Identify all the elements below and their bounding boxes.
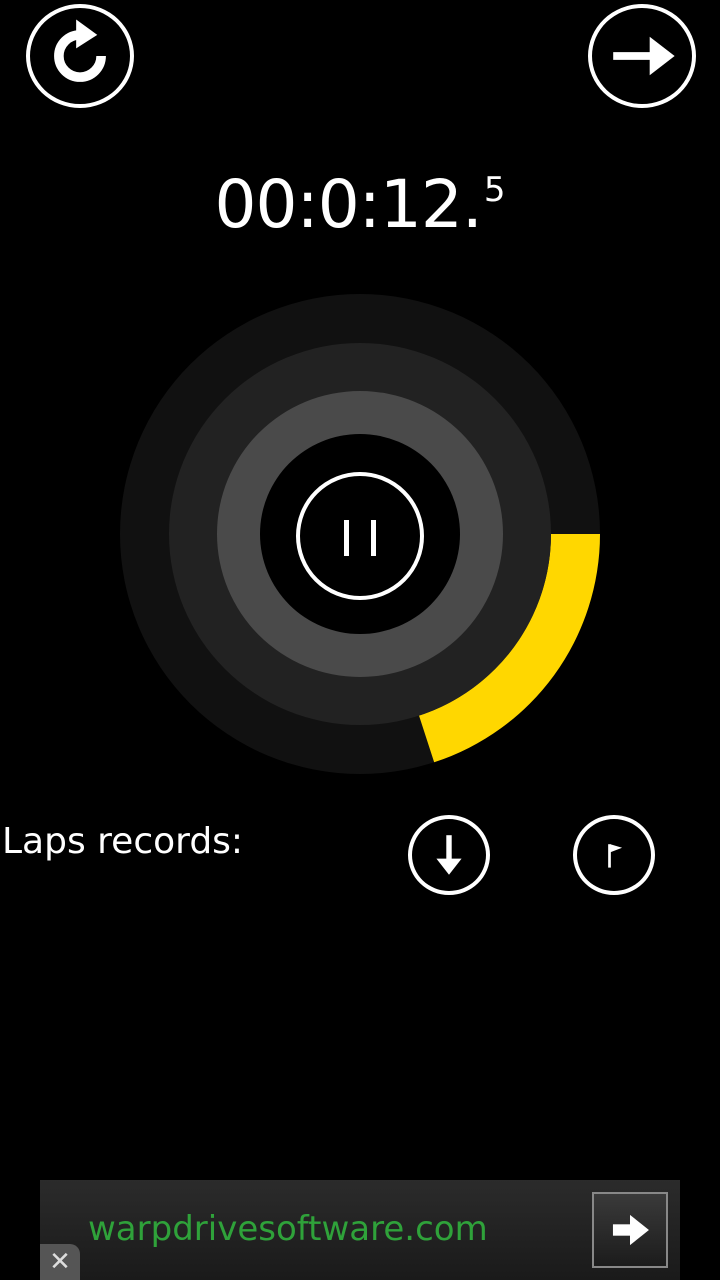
ad-banner[interactable]: warpdrivesoftware.com [40, 1180, 680, 1280]
arrow-down-icon [436, 835, 462, 875]
arrow-right-icon [612, 1214, 649, 1246]
pause-button[interactable] [296, 472, 424, 600]
save-laps-button[interactable] [408, 815, 490, 895]
next-button[interactable] [588, 4, 696, 108]
arrow-right-icon [613, 36, 675, 76]
time-tenths: 5 [483, 170, 506, 210]
refresh-icon [54, 19, 106, 82]
ad-close-button[interactable]: ✕ [40, 1244, 80, 1280]
flag-icon [608, 844, 623, 868]
time-main: 00:0:12. [214, 166, 482, 243]
close-icon: ✕ [49, 1247, 71, 1277]
ad-text[interactable]: warpdrivesoftware.com [88, 1206, 488, 1252]
laps-label: Laps records: [2, 821, 244, 862]
lap-flag-button[interactable] [573, 815, 655, 895]
reset-button[interactable] [26, 4, 134, 108]
elapsed-time: 00:0:12.5 [0, 150, 720, 245]
ad-open-button[interactable] [592, 1192, 668, 1268]
